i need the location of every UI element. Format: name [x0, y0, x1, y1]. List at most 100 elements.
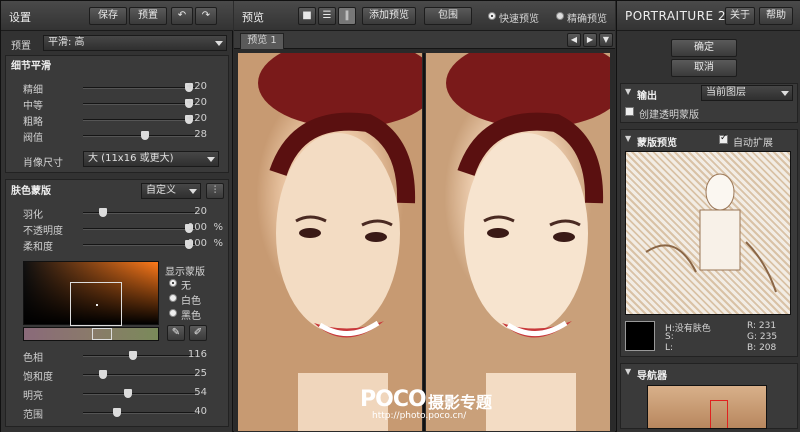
- show-mask-black-label: 黑色: [181, 311, 201, 322]
- detail-slider-row: 精细 +20: [23, 81, 229, 96]
- quick-preview-radio[interactable]: [488, 12, 496, 20]
- preset-button[interactable]: 预置: [129, 7, 167, 25]
- output-expand-icon[interactable]: ▼: [625, 87, 631, 96]
- readout-g: G: 235: [747, 332, 778, 342]
- about-button[interactable]: 关于: [725, 7, 755, 25]
- skin-slider-value: 100: [187, 222, 207, 233]
- chevron-down-icon: [189, 189, 197, 194]
- tab-prev-button[interactable]: ◀: [567, 33, 581, 47]
- preview-panel: 预览 ■ ☰ ‖ 添加预览 包围 快速预览 精确预览 预览 1 ◀ ▶ ▼ PO…: [234, 1, 615, 432]
- color-slider-thumb[interactable]: [112, 408, 121, 417]
- redo-icon: ↷: [201, 10, 211, 21]
- skin-slider-value: 20: [194, 206, 207, 217]
- split-vertical-button[interactable]: ‖: [338, 7, 356, 25]
- preview-header: 预览 ■ ☰ ‖ 添加预览 包围 快速预览 精确预览: [234, 1, 615, 31]
- watermark-text: 摄影专题: [428, 393, 493, 412]
- undo-icon: ↶: [177, 10, 187, 21]
- skin-slider-thumb[interactable]: [99, 208, 108, 217]
- preview-divider[interactable]: [423, 53, 425, 431]
- color-slider-row: 明亮 54: [23, 387, 229, 402]
- cancel-button[interactable]: 取消: [671, 59, 737, 77]
- single-view-button[interactable]: ■: [298, 7, 316, 25]
- chevron-down-icon: [215, 41, 223, 46]
- color-slider-value: 40: [194, 406, 207, 417]
- skin-slider-row: 羽化 20: [23, 206, 229, 221]
- preview-before-image[interactable]: [238, 53, 422, 431]
- eyedropper-plus-icon: ✐: [193, 327, 203, 338]
- mask-preview-title: 蒙版预览: [637, 138, 677, 149]
- add-preview-button[interactable]: 添加预览: [362, 7, 416, 25]
- undo-button[interactable]: ↶: [171, 7, 193, 25]
- mask-preview-image: [625, 151, 791, 315]
- chevron-right-icon: ▶: [586, 35, 594, 44]
- color-target-marker: [96, 304, 98, 306]
- split-horizontal-button[interactable]: ☰: [318, 7, 336, 25]
- settings-title: 设置: [9, 11, 31, 24]
- help-button[interactable]: 帮助: [759, 7, 793, 25]
- skin-slider-unit: %: [213, 222, 223, 233]
- skin-slider-row: 不透明度 100%: [23, 222, 229, 237]
- chevron-down-icon: [781, 91, 789, 96]
- watermark: POCO 摄影专题 http://photo.poco.cn/: [360, 387, 540, 427]
- skin-slider-value: 100: [187, 238, 207, 249]
- preset-dropdown[interactable]: 平滑: 高: [43, 35, 227, 51]
- detail-slider-value: +20: [185, 81, 207, 92]
- navigator-viewport-box[interactable]: [710, 400, 728, 428]
- check-icon: ✓: [720, 133, 728, 143]
- color-slider-thumb[interactable]: [129, 351, 138, 360]
- navigator-thumbnail[interactable]: [647, 385, 767, 429]
- tab-menu-button[interactable]: ▼: [599, 33, 613, 47]
- save-button[interactable]: 保存: [89, 7, 127, 25]
- navigator-expand-icon[interactable]: ▼: [625, 367, 631, 376]
- readout-r: R: 231: [747, 321, 777, 331]
- color-slider-value: 25: [194, 368, 207, 379]
- size-value: 大 (11x16 或更大): [88, 153, 174, 164]
- redo-button[interactable]: ↷: [195, 7, 217, 25]
- show-mask-none-label: 无: [181, 281, 191, 292]
- right-header: PORTRAITURE 2 关于 帮助: [617, 1, 800, 31]
- detail-slider-value: +20: [185, 113, 207, 124]
- show-mask-white-radio[interactable]: [169, 294, 177, 302]
- mask-tool-button[interactable]: ⫶: [206, 183, 224, 199]
- crop-button[interactable]: 包围: [424, 7, 472, 25]
- mask-figure-svg: [645, 173, 777, 293]
- eyedropper-icon: ✎: [171, 327, 181, 338]
- create-mask-checkbox[interactable]: [625, 107, 634, 116]
- eyedropper-plus-button[interactable]: ✐: [189, 325, 207, 341]
- mask-preview-expand-icon[interactable]: ▼: [625, 134, 631, 143]
- show-mask-none-radio[interactable]: [169, 279, 177, 287]
- auto-expand-label: 自动扩展: [733, 138, 773, 149]
- detail-slider-label: 中等: [23, 101, 43, 112]
- color-slider-row: 色相 116: [23, 349, 229, 364]
- color-picker-field[interactable]: [23, 261, 159, 326]
- skin-slider-label: 柔和度: [23, 242, 53, 253]
- show-mask-black-radio[interactable]: [169, 309, 177, 317]
- detail-slider-thumb[interactable]: [140, 131, 149, 140]
- color-slider-value: 54: [194, 387, 207, 398]
- color-slider-thumb[interactable]: [123, 389, 132, 398]
- size-dropdown[interactable]: 大 (11x16 或更大): [83, 151, 219, 167]
- ok-button[interactable]: 确定: [671, 39, 737, 57]
- color-slider-thumb[interactable]: [99, 370, 108, 379]
- tab-preview-1[interactable]: 预览 1: [240, 33, 284, 49]
- color-slider-label: 明亮: [23, 391, 43, 402]
- single-view-icon: ■: [302, 10, 312, 21]
- color-slider-label: 范围: [23, 410, 43, 421]
- detail-slider-value: 28: [194, 129, 207, 140]
- preset-row-label: 预置: [11, 41, 31, 52]
- exact-preview-radio[interactable]: [556, 12, 564, 20]
- preview-tab-strip: 预览 1 ◀ ▶ ▼: [234, 31, 615, 49]
- split-vertical-icon: ‖: [344, 10, 350, 21]
- color-slider-row: 饱和度 25: [23, 368, 229, 383]
- tab-next-button[interactable]: ▶: [583, 33, 597, 47]
- hue-range-box[interactable]: [92, 328, 112, 340]
- skin-mode-dropdown[interactable]: 自定义: [141, 183, 201, 199]
- hue-strip[interactable]: [23, 327, 159, 341]
- detail-slider-label: 阀值: [23, 133, 43, 144]
- skin-mode-value: 自定义: [146, 185, 176, 196]
- size-label: 肖像尺寸: [23, 158, 63, 169]
- eyedropper-button[interactable]: ✎: [167, 325, 185, 341]
- preview-after-image[interactable]: [426, 53, 610, 431]
- auto-expand-checkbox[interactable]: ✓: [719, 133, 728, 144]
- output-dropdown[interactable]: 当前图层: [701, 85, 793, 101]
